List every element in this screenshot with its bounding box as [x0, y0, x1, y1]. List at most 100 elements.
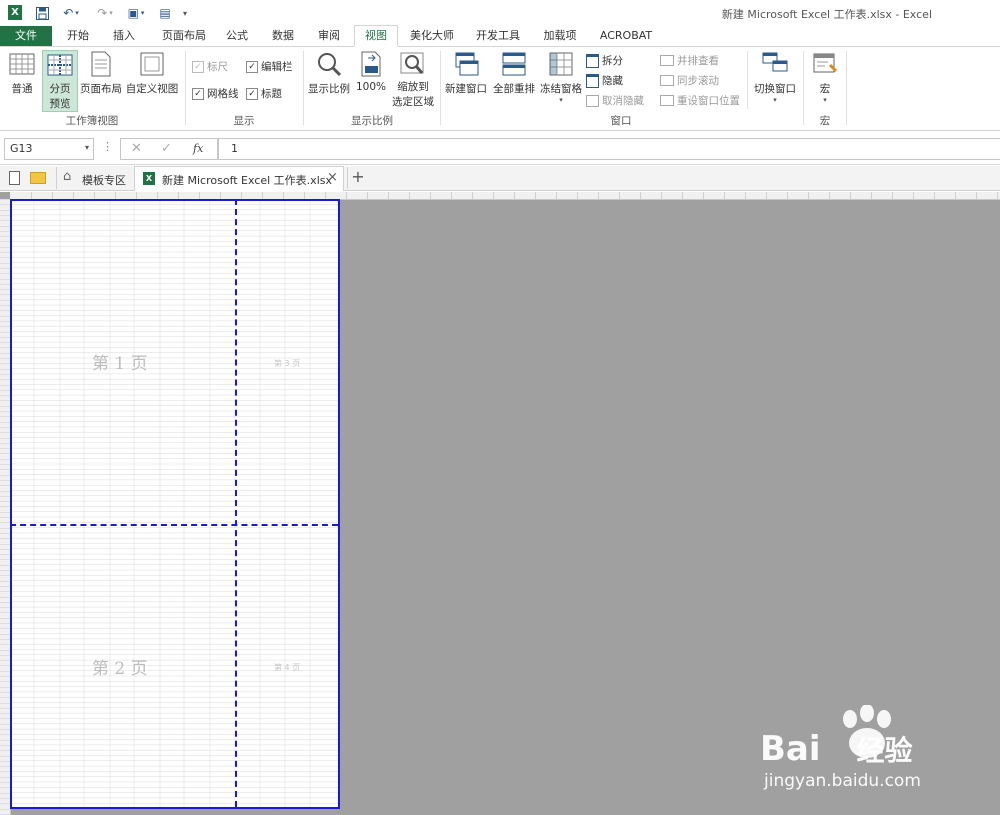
tab-beautify[interactable]: 美化大师	[404, 26, 460, 46]
workbook-tab-label: 新建 Microsoft Excel 工作表.xlsx	[162, 174, 332, 187]
zoom-to-selection-button[interactable]: 缩放到 选定区域	[390, 51, 436, 109]
zoom-selection-label-1: 缩放到	[397, 81, 429, 93]
window-title: 新建 Microsoft Excel 工作表.xlsx - Excel	[721, 8, 932, 21]
undo-icon[interactable]: ↶ ▾	[58, 4, 84, 22]
normal-view-button[interactable]: 普通	[4, 51, 40, 96]
workbook-tab[interactable]: X 新建 Microsoft Excel 工作表.xlsx	[134, 166, 344, 191]
magnifier-icon	[318, 53, 342, 77]
switch-windows-dropdown-icon: ▾	[773, 96, 777, 104]
tab-view[interactable]: 视图	[354, 25, 398, 47]
arrange-all-button[interactable]: 全部重排	[490, 51, 538, 96]
page-layout-view-button[interactable]: 页面布局	[78, 51, 124, 96]
tab-acrobat[interactable]: ACROBAT	[594, 26, 658, 46]
zoom-100-icon	[361, 51, 381, 77]
customize-qat-icon[interactable]: ▾	[180, 4, 190, 22]
hide-icon	[586, 73, 599, 88]
group-label-macros: 宏	[819, 115, 831, 127]
page-break-preview-button[interactable]: 分页 预览	[42, 50, 78, 112]
excel-file-icon: X	[143, 172, 155, 185]
reset-position-label: 重设窗口位置	[677, 95, 740, 107]
unhide-button[interactable]: 取消隐藏	[586, 93, 644, 108]
arrange-all-label: 全部重排	[493, 83, 535, 95]
ruler-label: 标尺	[207, 61, 228, 73]
cancel-icon[interactable]: ✕	[131, 141, 142, 156]
templates-tab[interactable]: ⌂ 模板专区	[56, 167, 131, 189]
custom-views-label: 自定义视图	[125, 83, 179, 95]
freeze-panes-button[interactable]: 冻结窗格 ▾	[538, 51, 584, 104]
gridlines-check-icon: ✓	[192, 87, 204, 100]
macros-button[interactable]: 宏 ▾	[808, 51, 842, 104]
zoom-button[interactable]: 显示比例	[306, 51, 352, 96]
custom-views-button[interactable]: 自定义视图	[124, 51, 180, 96]
zoom-100-label: 100%	[355, 81, 387, 93]
unhide-label: 取消隐藏	[602, 95, 644, 107]
tab-formulas[interactable]: 公式	[222, 26, 252, 46]
zoom-label: 显示比例	[308, 83, 350, 95]
hide-label: 隐藏	[602, 75, 623, 87]
formula-bar-label: 编辑栏	[261, 61, 293, 73]
name-box-dropdown-icon[interactable]: ▾	[85, 143, 89, 152]
zoom-100-button[interactable]: 100%	[354, 51, 388, 93]
group-label-workbook-views: 工作簿视图	[65, 115, 119, 127]
new-document-icon[interactable]	[9, 171, 20, 185]
tab-home[interactable]: 开始	[58, 26, 98, 46]
tab-addins[interactable]: 加载项	[538, 26, 582, 46]
page-layout-icon	[91, 51, 111, 77]
page-break-preview-label-2: 预览	[49, 98, 71, 110]
page-break-preview-icon	[47, 54, 73, 76]
document-tabs: ⌂ 模板专区 X 新建 Microsoft Excel 工作表.xlsx × +	[0, 166, 1000, 191]
reset-position-button[interactable]: 重设窗口位置	[660, 93, 740, 108]
excel-logo-icon: X	[8, 5, 22, 20]
briefcase-icon[interactable]: ▣ ▾	[124, 4, 148, 22]
save-icon[interactable]	[34, 4, 50, 22]
tab-insert[interactable]: 插入	[104, 26, 144, 46]
name-box-value: G13	[10, 142, 33, 155]
add-tab-icon[interactable]: +	[347, 167, 368, 189]
insert-function-icon[interactable]: fx	[193, 142, 203, 155]
gridlines-label: 网格线	[207, 88, 239, 100]
headings-checkbox[interactable]: ✓ 标题	[246, 86, 282, 101]
tab-review[interactable]: 审阅	[314, 26, 344, 46]
print-area-border	[10, 199, 340, 809]
unhide-icon	[586, 94, 599, 107]
sync-scroll-icon	[660, 75, 674, 86]
form-icon[interactable]: ▤	[157, 4, 173, 22]
tab-file[interactable]: 文件	[0, 26, 52, 46]
formula-bar-check-icon: ✓	[246, 60, 258, 73]
templates-tab-label: 模板专区	[82, 174, 126, 187]
group-separator	[747, 51, 748, 109]
tab-page-layout[interactable]: 页面布局	[152, 26, 216, 46]
tab-developer[interactable]: 开发工具	[470, 26, 526, 46]
gridlines-checkbox[interactable]: ✓ 网格线	[192, 86, 239, 101]
sync-scroll-button[interactable]: 同步滚动	[660, 73, 719, 88]
ruler-check-icon: ✓	[192, 60, 204, 73]
home-icon: ⌂	[63, 169, 72, 184]
watermark-brand2-text: 经验	[856, 734, 913, 767]
macros-dropdown-icon: ▾	[823, 96, 827, 104]
redo-icon[interactable]: ↷ ▾	[92, 4, 118, 22]
ribbon: 普通 分页 预览 页面布局 自定义视图 工作簿视图 ✓ 标尺 ✓ 编辑栏 ✓ 网格线 …	[0, 47, 1000, 131]
tab-data[interactable]: 数据	[268, 26, 298, 46]
ruler-checkbox[interactable]: ✓ 标尺	[192, 59, 228, 74]
watermark-brand-text: Bai	[760, 729, 821, 769]
side-by-side-button[interactable]: 并排查看	[660, 53, 719, 68]
enter-icon[interactable]: ✓	[161, 141, 172, 156]
formula-value: 1	[231, 142, 238, 155]
formula-input[interactable]: 1	[218, 138, 1000, 160]
new-window-button[interactable]: 新建窗口	[443, 51, 489, 96]
switch-windows-button[interactable]: 切换窗口 ▾	[750, 51, 800, 104]
custom-views-icon	[140, 52, 164, 76]
formula-bar-menu-icon[interactable]: ⋮	[102, 140, 113, 153]
print-area[interactable]: 第 1 页 第 3 页 第 2 页 第 4 页	[10, 199, 340, 809]
name-box[interactable]: G13 ▾	[4, 138, 94, 160]
split-label: 拆分	[602, 55, 623, 67]
side-by-side-icon	[660, 55, 674, 66]
split-button[interactable]: 拆分	[586, 53, 623, 68]
baidu-watermark: Bai 经验 jingyan.baidu.com	[760, 705, 990, 805]
hide-button[interactable]: 隐藏	[586, 73, 623, 88]
title-bar: X ↶ ▾ ↷ ▾ ▣ ▾ ▤ ▾ 新建 Microsoft Excel 工作表.xl…	[0, 0, 1000, 26]
close-tab-icon[interactable]: ×	[327, 170, 338, 185]
group-label-show: 显示	[233, 115, 255, 127]
folder-icon[interactable]	[30, 172, 46, 184]
formula-bar-checkbox[interactable]: ✓ 编辑栏	[246, 59, 293, 74]
